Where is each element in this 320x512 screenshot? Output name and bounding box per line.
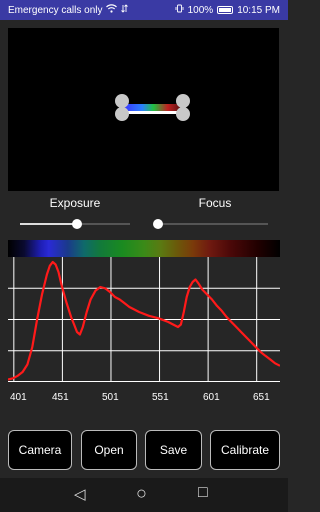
- navigation-bar: ◁ ○ □: [0, 478, 288, 512]
- vibrate-icon: [175, 4, 184, 16]
- exposure-label: Exposure: [49, 196, 101, 210]
- exposure-slider-fill: [20, 223, 78, 225]
- focus-slider-thumb[interactable]: [153, 219, 163, 229]
- camera-preview[interactable]: [8, 28, 279, 191]
- x-tick-label: 401: [10, 392, 27, 403]
- status-bar-left: Emergency calls only: [8, 4, 129, 16]
- exposure-slider[interactable]: [20, 216, 130, 232]
- back-icon[interactable]: ◁: [74, 485, 86, 503]
- open-button[interactable]: Open: [81, 430, 137, 470]
- spectrum-chart: [8, 257, 280, 382]
- status-bar: Emergency calls only 100% 10:15 PM: [0, 0, 288, 20]
- carrier-text: Emergency calls only: [8, 4, 103, 16]
- wifi-icon: [106, 4, 118, 16]
- x-tick-label: 651: [253, 392, 270, 403]
- battery-icon: [217, 6, 234, 14]
- spectroscope-image: [115, 94, 190, 121]
- home-icon[interactable]: ○: [136, 483, 147, 504]
- camera-button[interactable]: Camera: [8, 430, 72, 470]
- data-activity-icon: [121, 4, 129, 16]
- calibrate-button[interactable]: Calibrate: [210, 430, 280, 470]
- x-tick-label: 601: [203, 392, 220, 403]
- save-button[interactable]: Save: [145, 430, 202, 470]
- intensity-series-line: [8, 260, 280, 381]
- status-bar-right: 100% 10:15 PM: [175, 4, 280, 16]
- clock: 10:15 PM: [237, 4, 280, 16]
- focus-label: Focus: [198, 196, 232, 210]
- x-tick-label: 551: [152, 392, 169, 403]
- focus-slider-track: [158, 223, 268, 225]
- battery-percent: 100%: [187, 4, 214, 16]
- exposure-slider-thumb[interactable]: [72, 219, 83, 229]
- recents-icon[interactable]: □: [198, 484, 208, 502]
- x-tick-label: 501: [102, 392, 119, 403]
- focus-slider[interactable]: [153, 216, 268, 232]
- x-tick-label: 451: [52, 392, 69, 403]
- spectrum-color-bar: [8, 240, 280, 257]
